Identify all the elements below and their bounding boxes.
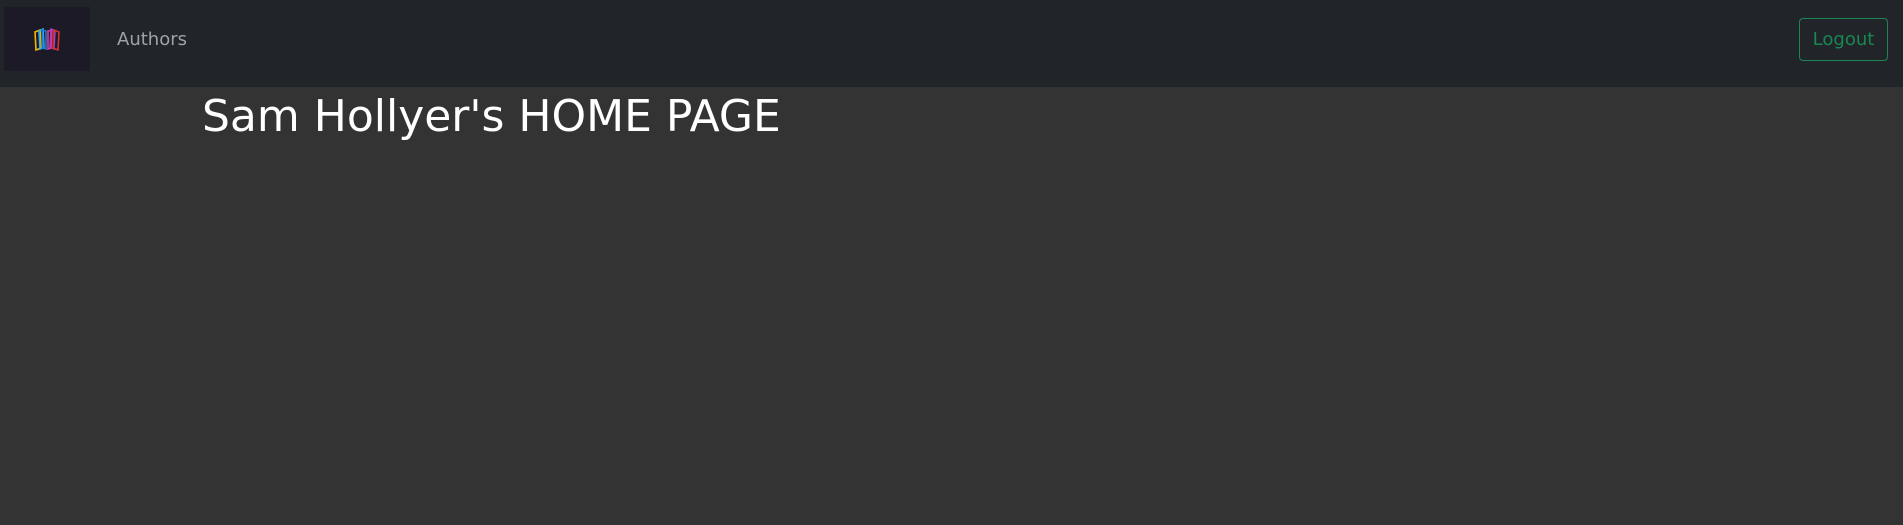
logout-button[interactable]: Logout [1799, 18, 1888, 61]
page-title: Sam Hollyer's HOME PAGE [202, 91, 781, 142]
brand-logo-link[interactable] [4, 7, 90, 71]
nav-link-authors[interactable]: Authors [117, 28, 187, 52]
top-navbar: Authors Logout [0, 0, 1903, 87]
open-book-logo-icon [34, 28, 60, 52]
